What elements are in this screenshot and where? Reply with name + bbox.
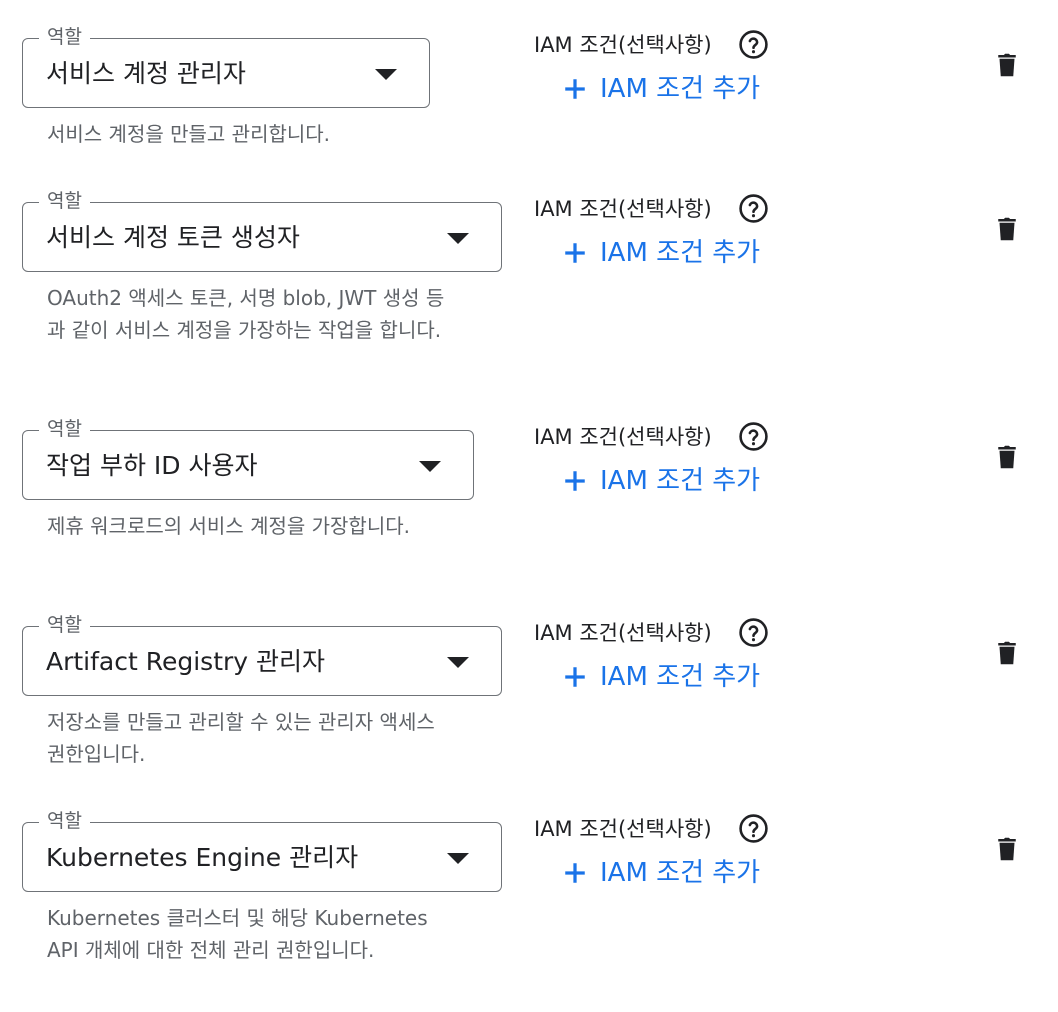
caret-down-icon xyxy=(447,853,469,864)
plus-icon xyxy=(565,243,585,263)
add-iam-condition-label: IAM 조건 추가 xyxy=(600,74,761,104)
help-circle-icon[interactable] xyxy=(738,617,769,648)
role-field-label: 역할 xyxy=(39,189,90,213)
help-circle-icon[interactable] xyxy=(738,813,769,844)
role-select-value: Artifact Registry 관리자 xyxy=(46,647,326,676)
add-iam-condition-label: IAM 조건 추가 xyxy=(600,466,761,496)
role-select[interactable]: 역할 Artifact Registry 관리자 xyxy=(22,613,502,696)
role-select[interactable]: 역할 서비스 계정 토큰 생성자 xyxy=(22,189,502,272)
caret-down-icon xyxy=(375,69,397,80)
caret-down-icon xyxy=(447,233,469,244)
trash-icon[interactable] xyxy=(992,213,1022,245)
caret-down-icon xyxy=(419,461,441,472)
role-select[interactable]: 역할 Kubernetes Engine 관리자 xyxy=(22,809,502,892)
role-field-label: 역할 xyxy=(39,417,90,441)
help-circle-icon[interactable] xyxy=(738,29,769,60)
add-iam-condition-button[interactable]: IAM 조건 추가 xyxy=(562,236,760,270)
add-iam-condition-label: IAM 조건 추가 xyxy=(600,662,761,692)
role-description: 제휴 워크로드의 서비스 계정을 가장합니다. xyxy=(47,514,410,538)
iam-condition-label: IAM 조건(선택사항) xyxy=(534,621,712,645)
add-iam-condition-button[interactable]: IAM 조건 추가 xyxy=(562,660,760,694)
role-select-value: 작업 부하 ID 사용자 xyxy=(46,451,258,480)
plus-icon xyxy=(565,79,585,99)
role-field-label: 역할 xyxy=(39,809,90,833)
help-circle-icon[interactable] xyxy=(738,193,769,224)
add-iam-condition-button[interactable]: IAM 조건 추가 xyxy=(562,72,760,106)
add-iam-condition-button[interactable]: IAM 조건 추가 xyxy=(562,856,760,890)
iam-condition-label: IAM 조건(선택사항) xyxy=(534,817,712,841)
iam-condition-label: IAM 조건(선택사항) xyxy=(534,33,712,57)
iam-condition-label: IAM 조건(선택사항) xyxy=(534,425,712,449)
help-circle-icon[interactable] xyxy=(738,421,769,452)
add-iam-condition-label: IAM 조건 추가 xyxy=(600,858,761,888)
role-description: 서비스 계정을 만들고 관리합니다. xyxy=(47,122,331,146)
plus-icon xyxy=(565,667,585,687)
role-field-label: 역할 xyxy=(39,25,90,49)
trash-icon[interactable] xyxy=(992,441,1022,473)
plus-icon xyxy=(565,471,585,491)
role-select-value: 서비스 계정 토큰 생성자 xyxy=(46,223,300,252)
iam-condition-label: IAM 조건(선택사항) xyxy=(534,197,712,221)
add-iam-condition-button[interactable]: IAM 조건 추가 xyxy=(562,464,760,498)
role-select-value: Kubernetes Engine 관리자 xyxy=(46,843,359,872)
role-select[interactable]: 역할 서비스 계정 관리자 xyxy=(22,25,430,108)
trash-icon[interactable] xyxy=(992,833,1022,865)
trash-icon[interactable] xyxy=(992,637,1022,669)
caret-down-icon xyxy=(447,657,469,668)
trash-icon[interactable] xyxy=(992,49,1022,81)
add-iam-condition-label: IAM 조건 추가 xyxy=(600,238,761,268)
role-select-value: 서비스 계정 관리자 xyxy=(46,59,246,88)
role-description: Kubernetes 클러스터 및 해당 Kubernetes API 개체에 … xyxy=(47,906,428,962)
plus-icon xyxy=(565,863,585,883)
role-select[interactable]: 역할 작업 부하 ID 사용자 xyxy=(22,417,474,500)
role-field-label: 역할 xyxy=(39,613,90,637)
role-description: 저장소를 만들고 관리할 수 있는 관리자 액세스 권한입니다. xyxy=(47,710,435,766)
role-description: OAuth2 액세스 토큰, 서명 blob, JWT 생성 등과 같이 서비스… xyxy=(47,286,445,342)
